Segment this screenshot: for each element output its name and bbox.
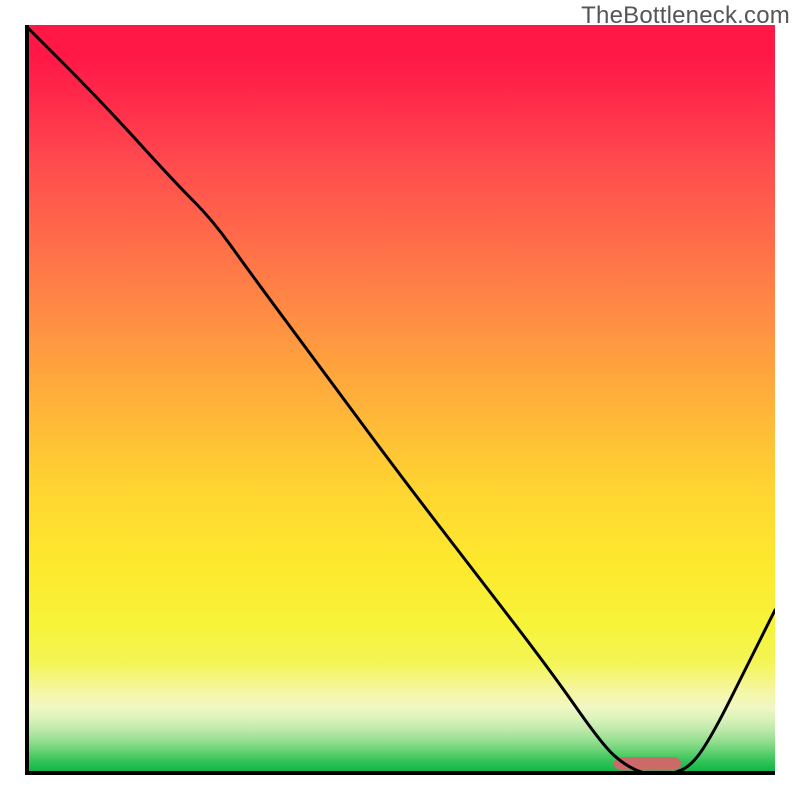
plot-area xyxy=(25,25,775,775)
watermark-text: TheBottleneck.com xyxy=(581,2,790,30)
bottleneck-chart: TheBottleneck.com xyxy=(0,0,800,800)
bottleneck-curve xyxy=(25,25,775,775)
curve-layer xyxy=(25,25,775,775)
